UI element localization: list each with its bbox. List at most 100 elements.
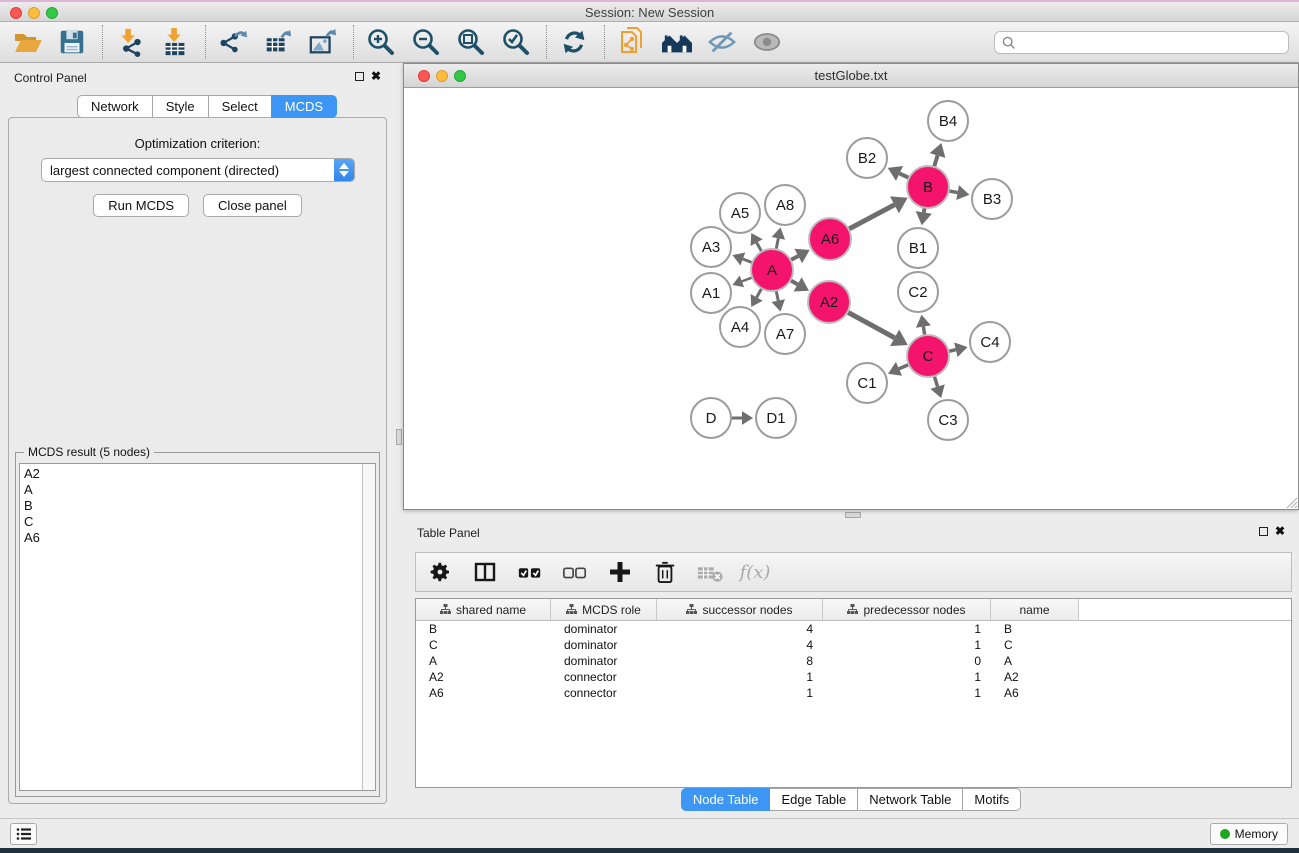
column-header-MCDS-role[interactable]: MCDS role — [551, 599, 657, 620]
column-header-successor-nodes[interactable]: successor nodes — [657, 599, 823, 620]
tab-style[interactable]: Style — [152, 95, 209, 118]
column-header-name[interactable]: name — [991, 599, 1079, 620]
table-cell[interactable]: A6 — [991, 686, 1079, 700]
search-input[interactable] — [1017, 33, 1288, 52]
table-cell[interactable]: dominator — [551, 654, 657, 668]
zoom-fit-button[interactable] — [454, 25, 488, 59]
table-row[interactable]: Bdominator41B — [416, 621, 1291, 637]
graph-edge-C-C3[interactable] — [934, 376, 937, 387]
hide-graphics-details-button[interactable] — [705, 25, 739, 59]
add-row-button[interactable] — [606, 558, 634, 586]
table-cell[interactable]: 0 — [823, 654, 991, 668]
open-session-button[interactable] — [10, 25, 44, 59]
table-row[interactable]: A6connector11A6 — [416, 685, 1291, 701]
refresh-view-button[interactable] — [557, 25, 591, 59]
tab-network[interactable]: Network — [77, 95, 153, 118]
export-image-button[interactable] — [306, 25, 340, 59]
close-panel-button[interactable]: Close panel — [203, 194, 302, 217]
export-network-button[interactable] — [216, 25, 250, 59]
table-cell[interactable]: dominator — [551, 638, 657, 652]
graph-edge-A-A6[interactable] — [791, 256, 799, 260]
export-table-button[interactable] — [261, 25, 295, 59]
graph-edge-A-A3[interactable] — [743, 259, 753, 263]
graph-edge-B-B2[interactable] — [900, 173, 910, 178]
mcds-result-list[interactable]: A2ABCA6 — [19, 463, 376, 791]
show-column-button[interactable] — [471, 558, 499, 586]
column-header-predecessor-nodes[interactable]: predecessor nodes — [823, 599, 991, 620]
network-window-titlebar[interactable]: testGlobe.txt — [404, 64, 1298, 88]
column-settings-button[interactable] — [426, 558, 454, 586]
table-cell[interactable]: A6 — [416, 686, 551, 700]
graph-edge-A6-B[interactable] — [849, 205, 895, 229]
window-resize-grip[interactable] — [1284, 495, 1297, 508]
delete-row-button[interactable] — [651, 558, 679, 586]
zoom-out-button[interactable] — [409, 25, 443, 59]
tab-motifs[interactable]: Motifs — [962, 788, 1021, 811]
graph-edge-A-A4[interactable] — [757, 288, 762, 297]
table-cell[interactable]: B — [991, 622, 1079, 636]
table-row[interactable]: Cdominator41C — [416, 637, 1291, 653]
clear-selection-button[interactable] — [561, 558, 589, 586]
tab-network-table[interactable]: Network Table — [857, 788, 963, 811]
table-cell[interactable]: 1 — [823, 670, 991, 684]
table-cell[interactable]: 4 — [657, 638, 823, 652]
mcds-result-item[interactable]: B — [24, 498, 359, 514]
save-session-button[interactable] — [55, 25, 89, 59]
table-cell[interactable]: B — [416, 622, 551, 636]
vertical-splitter-handle[interactable] — [396, 429, 402, 445]
table-cell[interactable]: connector — [551, 670, 657, 684]
table-cell[interactable]: connector — [551, 686, 657, 700]
network-canvas[interactable]: AA1A2A3A4A5A6A7A8BB1B2B3B4CC1C2C3C4DD1 — [404, 88, 1298, 509]
function-builder-button[interactable]: f(x) — [741, 558, 769, 586]
table-row[interactable]: A2connector11A2 — [416, 669, 1291, 685]
zoom-in-button[interactable] — [364, 25, 398, 59]
import-table-button[interactable] — [158, 25, 192, 59]
run-mcds-button[interactable]: Run MCDS — [93, 194, 189, 217]
show-panels-button[interactable] — [10, 823, 37, 845]
float-panel-icon[interactable] — [355, 72, 364, 81]
column-header-shared-name[interactable]: shared name — [416, 599, 551, 620]
graph-edge-C-C4[interactable] — [948, 350, 955, 352]
table-cell[interactable]: C — [416, 638, 551, 652]
table-cell[interactable]: 1 — [657, 670, 823, 684]
graph-edge-C-C2[interactable] — [923, 327, 924, 336]
graph-edge-A-A2[interactable] — [790, 280, 797, 284]
mcds-result-item[interactable]: C — [24, 514, 359, 530]
table-row[interactable]: Adominator80A — [416, 653, 1291, 669]
delete-table-button[interactable] — [696, 558, 724, 586]
graph-edge-A-A7[interactable] — [776, 291, 778, 301]
mcds-result-item[interactable]: A — [24, 482, 359, 498]
table-cell[interactable]: 4 — [657, 622, 823, 636]
tab-node-table[interactable]: Node Table — [681, 788, 771, 811]
import-network-button[interactable] — [113, 25, 147, 59]
mcds-result-item[interactable]: A2 — [24, 466, 359, 482]
table-cell[interactable]: A — [416, 654, 551, 668]
table-cell[interactable]: A — [991, 654, 1079, 668]
table-cell[interactable]: C — [991, 638, 1079, 652]
graph-edge-A-A8[interactable] — [776, 238, 778, 249]
result-list-scrollbar[interactable] — [362, 464, 375, 790]
table-cell[interactable]: 1 — [823, 622, 991, 636]
graph-edge-A-A5[interactable] — [757, 243, 762, 252]
table-cell[interactable]: 1 — [823, 686, 991, 700]
table-cell[interactable]: A2 — [416, 670, 551, 684]
graph-edge-B-B4[interactable] — [934, 155, 937, 166]
criterion-dropdown[interactable]: largest connected component (directed) — [41, 158, 355, 182]
mcds-result-item[interactable]: A6 — [24, 530, 359, 546]
graph-edge-C-C1[interactable] — [899, 364, 909, 368]
first-neighbors-button[interactable] — [660, 25, 694, 59]
tab-mcds[interactable]: MCDS — [271, 95, 337, 118]
graph-edge-B-B3[interactable] — [949, 191, 958, 193]
tab-select[interactable]: Select — [208, 95, 272, 118]
graph-edge-A-A1[interactable] — [742, 277, 752, 281]
table-cell[interactable]: A2 — [991, 670, 1079, 684]
horizontal-splitter-handle[interactable] — [845, 512, 861, 518]
close-panel-icon[interactable]: ✖ — [371, 71, 381, 81]
show-graphics-details-button[interactable] — [750, 25, 784, 59]
new-network-from-selection-button[interactable] — [615, 25, 649, 59]
zoom-selected-button[interactable] — [499, 25, 533, 59]
table-cell[interactable]: 1 — [823, 638, 991, 652]
table-cell[interactable]: 1 — [657, 686, 823, 700]
graph-edge-A2-C[interactable] — [847, 312, 894, 338]
table-cell[interactable]: dominator — [551, 622, 657, 636]
